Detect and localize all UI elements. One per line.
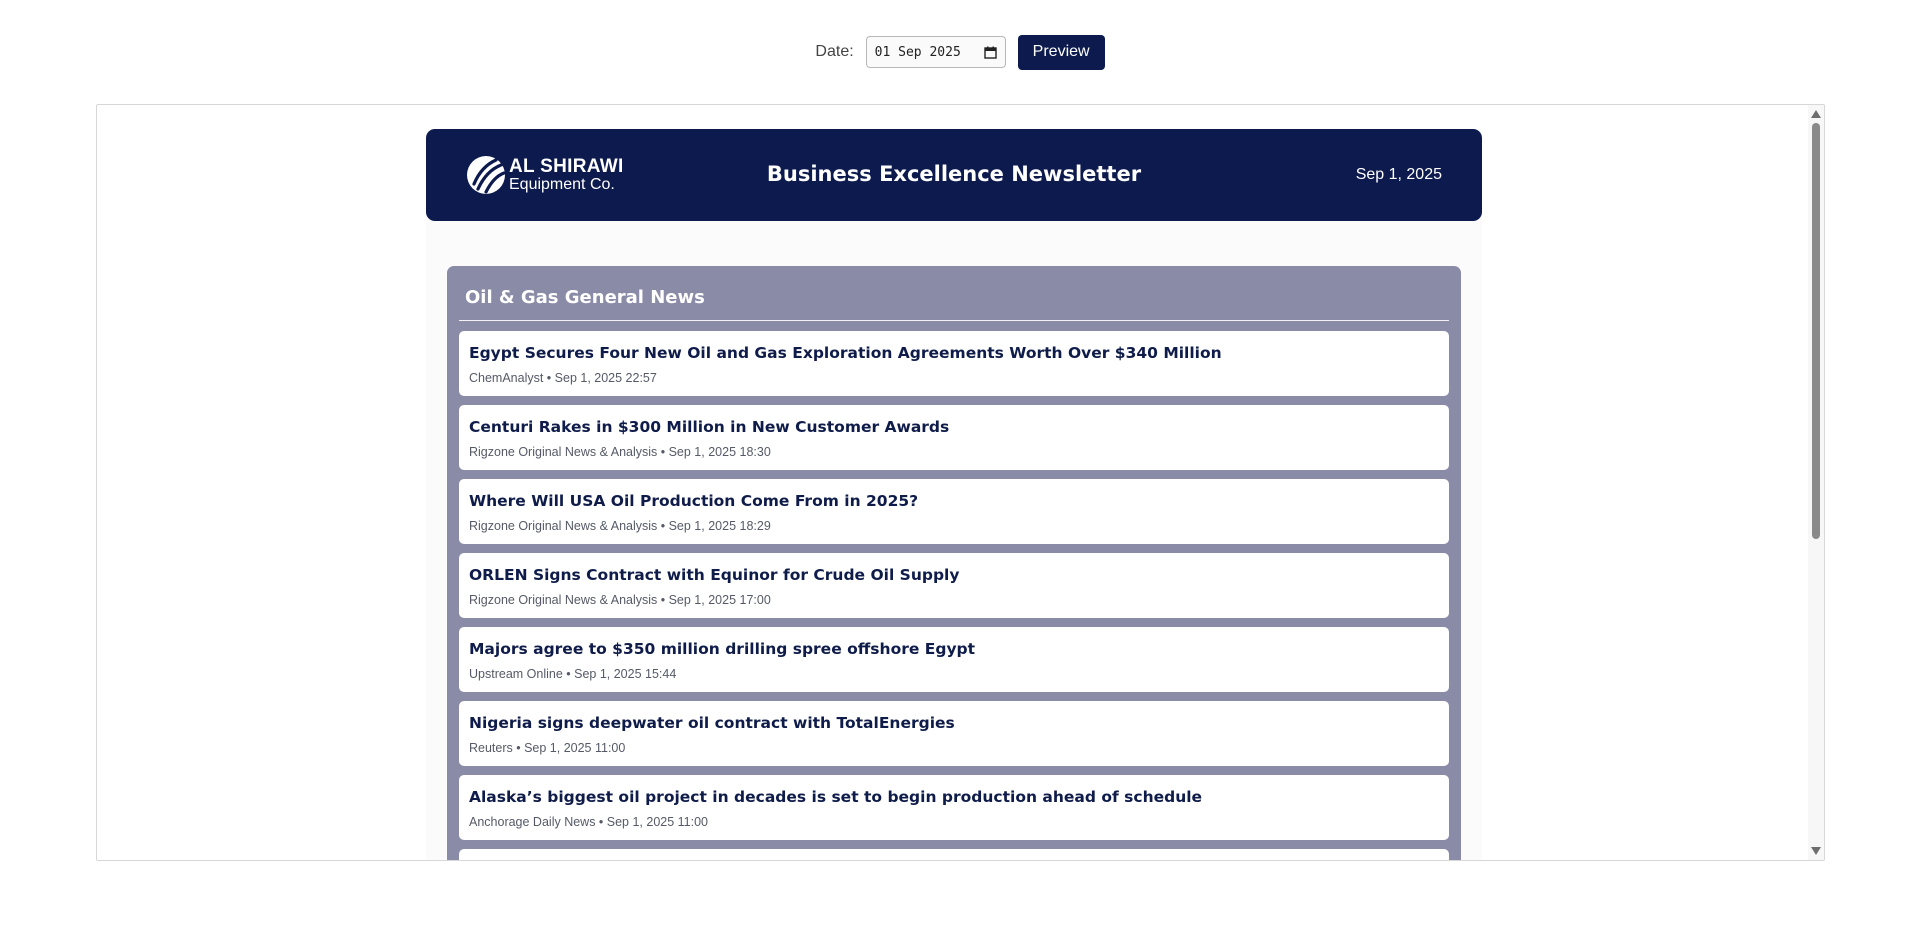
newsletter-header: AL SHIRAWI Equipment Co. Business Excell… xyxy=(426,129,1482,221)
news-item-title[interactable]: Nigeria signs deepwater oil contract wit… xyxy=(469,714,1439,732)
news-item[interactable] xyxy=(459,849,1449,860)
preview-button[interactable]: Preview xyxy=(1017,34,1105,70)
news-item-meta: Rigzone Original News & Analysis • Sep 1… xyxy=(469,445,771,459)
news-item[interactable]: Alaska’s biggest oil project in decades … xyxy=(459,775,1449,840)
newsletter-title: Business Excellence Newsletter xyxy=(766,162,1142,186)
news-item-title[interactable]: Egypt Secures Four New Oil and Gas Explo… xyxy=(469,344,1439,362)
news-item-title[interactable]: ORLEN Signs Contract with Equinor for Cr… xyxy=(469,566,1439,584)
newsletter: AL SHIRAWI Equipment Co. Business Excell… xyxy=(426,129,1482,860)
news-item-meta: Anchorage Daily News • Sep 1, 2025 11:00 xyxy=(469,815,709,829)
news-item-meta: Rigzone Original News & Analysis • Sep 1… xyxy=(469,593,771,607)
news-item[interactable]: Nigeria signs deepwater oil contract wit… xyxy=(459,701,1449,766)
news-item-meta: ChemAnalyst • Sep 1, 2025 22:57 xyxy=(469,371,657,385)
calendar-icon[interactable] xyxy=(983,46,997,59)
section-divider xyxy=(459,320,1449,321)
news-item-meta: Reuters • Sep 1, 2025 11:00 xyxy=(469,741,626,755)
scroll-up-icon[interactable] xyxy=(1811,110,1821,118)
date-controls: Date: 01 Sep 2025 Preview xyxy=(0,34,1920,70)
news-item-title[interactable]: Majors agree to $350 million drilling sp… xyxy=(469,640,1439,658)
date-value: 01 Sep 2025 xyxy=(874,44,961,60)
preview-frame[interactable]: AL SHIRAWI Equipment Co. Business Excell… xyxy=(96,104,1825,861)
news-item[interactable]: Centuri Rakes in $300 Million in New Cus… xyxy=(459,405,1449,470)
news-item[interactable]: Majors agree to $350 million drilling sp… xyxy=(459,627,1449,692)
news-item-meta: Rigzone Original News & Analysis • Sep 1… xyxy=(469,519,771,533)
section-title: Oil & Gas General News xyxy=(465,287,705,308)
news-item-title[interactable]: Where Will USA Oil Production Come From … xyxy=(469,492,1439,510)
frame-scrollbar[interactable] xyxy=(1808,105,1824,860)
news-item-title[interactable]: Centuri Rakes in $300 Million in New Cus… xyxy=(469,418,1439,436)
news-item-title[interactable]: Alaska’s biggest oil project in decades … xyxy=(469,788,1439,806)
news-list: Egypt Secures Four New Oil and Gas Explo… xyxy=(459,331,1449,860)
news-item[interactable]: Egypt Secures Four New Oil and Gas Explo… xyxy=(459,331,1449,396)
scrollbar-thumb[interactable] xyxy=(1812,123,1820,539)
date-input[interactable]: 01 Sep 2025 xyxy=(865,36,1006,68)
news-section: Oil & Gas General News Egypt Secures Fou… xyxy=(447,266,1461,860)
news-item[interactable]: ORLEN Signs Contract with Equinor for Cr… xyxy=(459,553,1449,618)
news-item-meta: Upstream Online • Sep 1, 2025 15:44 xyxy=(469,667,677,681)
date-label: Date: xyxy=(815,43,854,60)
newsletter-date: Sep 1, 2025 xyxy=(1355,166,1442,183)
scroll-down-icon[interactable] xyxy=(1811,847,1821,855)
news-item[interactable]: Where Will USA Oil Production Come From … xyxy=(459,479,1449,544)
